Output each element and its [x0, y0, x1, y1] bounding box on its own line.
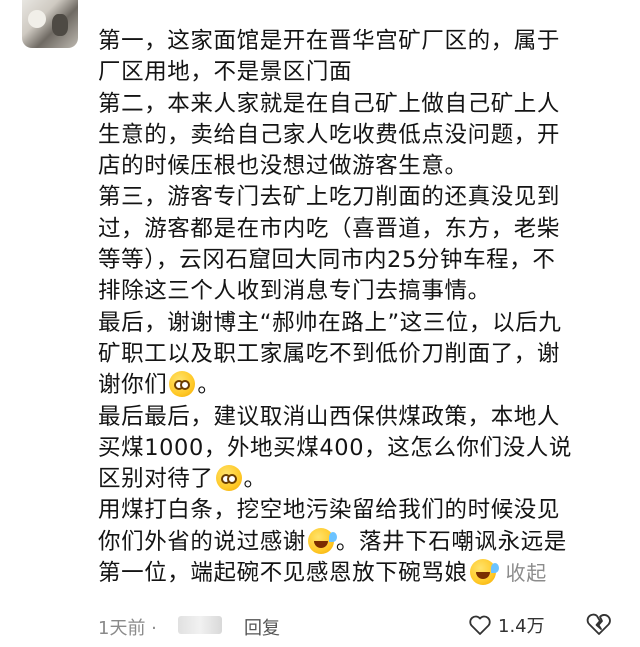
- like-button[interactable]: 1.4万: [468, 612, 545, 638]
- laugh-cry-emoji-icon: [469, 559, 499, 586]
- collapse-link[interactable]: 收起: [506, 561, 547, 585]
- paragraph-1: 第一，这家面馆是开在晋华宫矿厂区的，属于 厂区用地，不是景区门面: [98, 28, 561, 86]
- heart-icon: [469, 615, 491, 635]
- paragraph-4-text: 最后，谢谢博主“郝帅在路上”这三位，以后九 矿职工以及职工家属吃不到低价刀削面了…: [98, 309, 562, 399]
- paragraph-6: 用煤打白条，挖空地污染留给我们的时候没见 你们外省的说过感谢 。落井下石嘲讽永远是…: [98, 495, 620, 589]
- timestamp: 1天前 ·: [98, 618, 157, 639]
- avatar[interactable]: [22, 0, 78, 48]
- paragraph-5: 最后最后，建议取消山西保供煤政策，本地人 买煤1000，外地买煤400，这怎么你…: [98, 402, 620, 496]
- blurred-location: [178, 616, 222, 634]
- comment-body: 第一，这家面馆是开在晋华宫矿厂区的，属于 厂区用地，不是景区门面 第二，本来人家…: [98, 26, 620, 589]
- laugh-cry-emoji-icon: [307, 527, 337, 554]
- dislike-icon: [586, 613, 611, 635]
- blush-emoji-icon: [215, 465, 242, 492]
- dislike-button[interactable]: [586, 612, 612, 641]
- like-count: 1.4万: [498, 616, 545, 637]
- paragraph-5-text: 最后最后，建议取消山西保供煤政策，本地人 买煤1000，外地买煤400，这怎么你…: [98, 403, 573, 493]
- reply-button[interactable]: 回复: [244, 614, 280, 640]
- blush-emoji-icon: [169, 371, 196, 398]
- paragraph-4: 最后，谢谢博主“郝帅在路上”这三位，以后九 矿职工以及职工家属吃不到低价刀削面了…: [98, 308, 620, 402]
- paragraph-3: 第三，游客专门去矿上吃刀削面的还真没见到 过，游客都是在市内吃（喜晋道，东方，老…: [98, 184, 561, 305]
- paragraph-5-end: 。: [243, 466, 267, 493]
- paragraph-2: 第二，本来人家就是在自己矿上做自己矿上人 生意的，卖给自己家人吃收费低点没问题，…: [98, 90, 561, 180]
- paragraph-4-end: 。: [197, 372, 221, 399]
- comment-footer: 1天前 · 回复 1.4万: [98, 612, 620, 642]
